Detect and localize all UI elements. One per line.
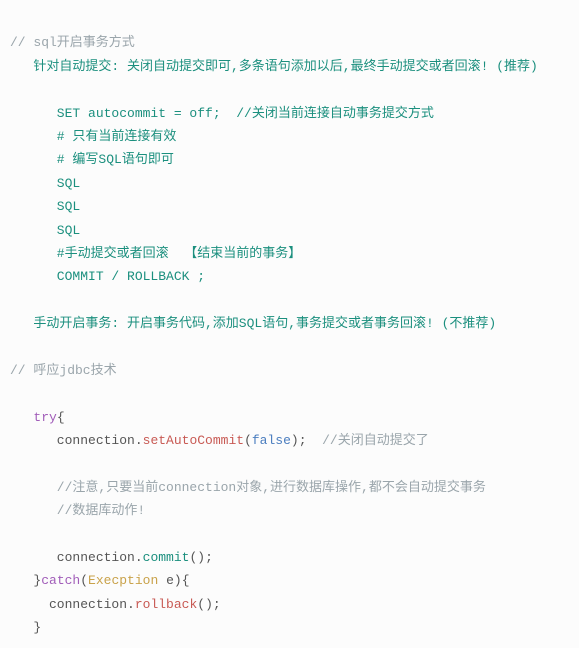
text-line: 针对自动提交: 关闭自动提交即可,多条语句添加以后,最终手动提交或者回滚! (推… (10, 59, 538, 74)
type-name: Execption (88, 573, 158, 588)
semicolon: ; (299, 433, 307, 448)
code-line: connection.commit(); (10, 550, 213, 565)
brace: } (10, 573, 41, 588)
comment-inline: //关闭自动提交了 (307, 433, 429, 448)
brace: } (10, 620, 41, 635)
text-line: SQL (10, 199, 80, 214)
code-line: }catch(Execption e){ (10, 573, 190, 588)
code-line: try{ (10, 410, 65, 425)
identifier: connection (10, 433, 135, 448)
brace: { (182, 573, 190, 588)
code-line: connection.setAutoCommit(false); //关闭自动提… (10, 433, 429, 448)
semicolon: ; (213, 597, 221, 612)
comment-line: // 呼应jdbc技术 (10, 363, 117, 378)
identifier: connection (10, 550, 135, 565)
dot: . (127, 597, 135, 612)
paren: ) (174, 573, 182, 588)
identifier: connection (10, 597, 127, 612)
text-line: 手动开启事务: 开启事务代码,添加SQL语句,事务提交或者事务回滚! (不推荐) (10, 316, 496, 331)
paren: ( (244, 433, 252, 448)
text-line: SQL (10, 176, 80, 191)
keyword-try: try (10, 410, 57, 425)
paren: ( (189, 550, 197, 565)
method-call: commit (143, 550, 190, 565)
semicolon: ; (205, 550, 213, 565)
text-line: # 只有当前连接有效 (10, 129, 176, 144)
comment-line: //数据库动作! (10, 503, 145, 518)
code-snippet: // sql开启事务方式 针对自动提交: 关闭自动提交即可,多条语句添加以后,最… (10, 8, 569, 640)
text-line: SQL (10, 223, 80, 238)
keyword-catch: catch (41, 573, 80, 588)
paren: ) (197, 550, 205, 565)
brace: { (57, 410, 65, 425)
paren: ( (197, 597, 205, 612)
paren: ) (291, 433, 299, 448)
variable: e (158, 573, 174, 588)
paren: ) (205, 597, 213, 612)
comment-line: // sql开启事务方式 (10, 35, 135, 50)
dot: . (135, 433, 143, 448)
code-line: connection.rollback(); (10, 597, 221, 612)
dot: . (135, 550, 143, 565)
text-line: # 编写SQL语句即可 (10, 152, 174, 167)
paren: ( (80, 573, 88, 588)
boolean-literal: false (252, 433, 291, 448)
text-line: COMMIT / ROLLBACK ; (10, 269, 205, 284)
text-line: #手动提交或者回滚 【结束当前的事务】 (10, 246, 301, 261)
comment-line: //注意,只要当前connection对象,进行数据库操作,都不会自动提交事务 (10, 480, 486, 495)
text-line: SET autocommit = off; //关闭当前连接自动事务提交方式 (10, 106, 434, 121)
method-call: setAutoCommit (143, 433, 244, 448)
method-call: rollback (135, 597, 197, 612)
